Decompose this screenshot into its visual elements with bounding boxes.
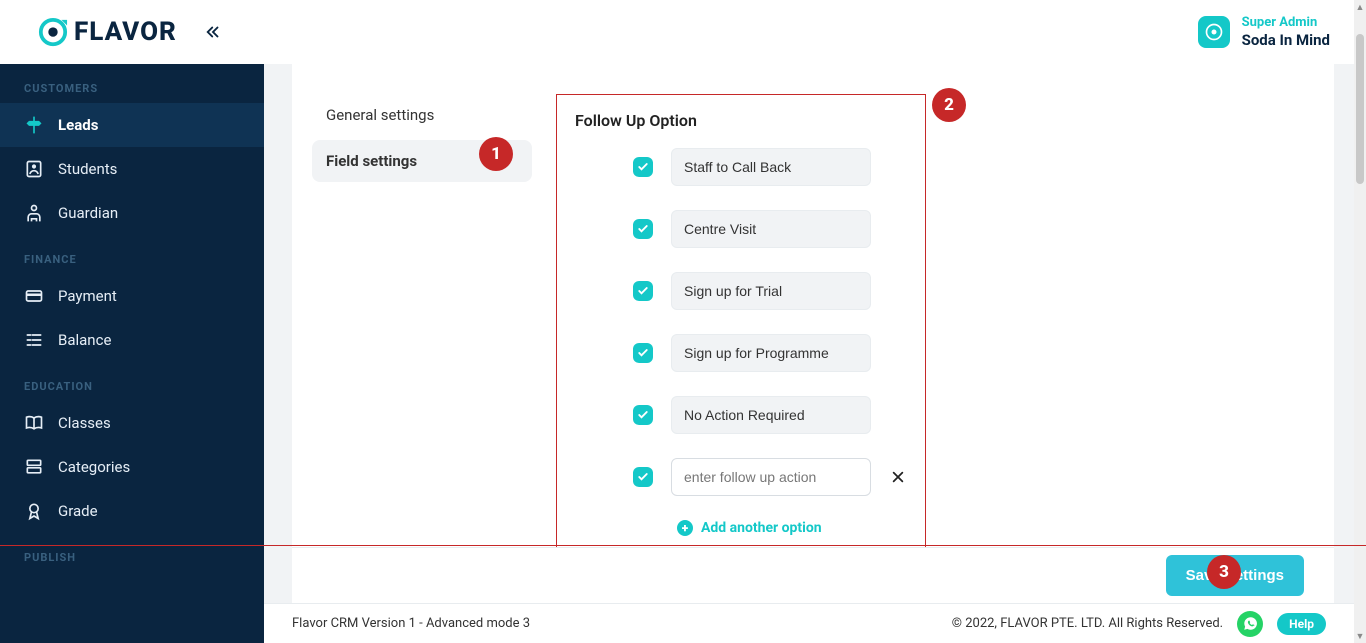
sidebar-item-balance[interactable]: Balance: [0, 318, 264, 362]
tab-general-settings[interactable]: General settings: [312, 94, 532, 136]
sidebar-collapse-button[interactable]: [201, 20, 225, 44]
help-button[interactable]: Help: [1277, 613, 1326, 635]
stack-icon: [24, 457, 44, 477]
page-scrollbar[interactable]: ▲ ▼: [1354, 0, 1366, 643]
add-another-option-button[interactable]: + Add another option: [575, 520, 907, 536]
sidebar-section-publish: PUBLISH: [0, 533, 264, 572]
add-another-label: Add another option: [701, 520, 822, 536]
tab-field-settings[interactable]: Field settings: [312, 140, 532, 182]
sidebar-item-payment[interactable]: Payment: [0, 274, 264, 318]
checkbox[interactable]: [633, 157, 653, 177]
save-settings-button[interactable]: Save Settings: [1166, 555, 1304, 596]
follow-up-option-input[interactable]: [671, 272, 871, 310]
sidebar-item-grade[interactable]: Grade: [0, 489, 264, 533]
settings-panel: General settings Field settings Follow U…: [292, 64, 1334, 555]
follow-up-new-option-row: [575, 458, 907, 496]
sidebar-item-label: Leads: [58, 116, 98, 134]
footer: Flavor CRM Version 1 - Advanced mode 3 ©…: [264, 603, 1354, 643]
sidebar-item-guardian[interactable]: Guardian: [0, 191, 264, 235]
sidebar-item-students[interactable]: Students: [0, 147, 264, 191]
brand-name: FLAVOR: [74, 17, 177, 47]
brand-logo-icon: [38, 17, 68, 47]
sidebar-section-education: EDUCATION: [0, 362, 264, 401]
follow-up-option-input[interactable]: [671, 334, 871, 372]
sidebar-item-label: Grade: [58, 502, 98, 520]
topbar: FLAVOR Super Admin Soda In Mind: [0, 0, 1354, 64]
follow-up-new-option-input[interactable]: [671, 458, 871, 496]
sidebar-item-label: Classes: [58, 414, 111, 432]
checkbox[interactable]: [633, 281, 653, 301]
settings-content: Follow Up Option: [532, 94, 1334, 555]
plus-circle-icon: +: [677, 520, 693, 536]
remove-option-button[interactable]: [889, 467, 907, 487]
follow-up-option-row: [575, 334, 907, 372]
follow-up-option-box: Follow Up Option: [556, 94, 926, 549]
book-icon: [24, 413, 44, 433]
medal-icon: [24, 501, 44, 521]
checkbox[interactable]: [633, 405, 653, 425]
checkbox[interactable]: [633, 219, 653, 239]
footer-version: Flavor CRM Version 1 - Advanced mode 3: [292, 616, 530, 631]
sidebar-section-customers: CUSTOMERS: [0, 64, 264, 103]
scroll-down-icon[interactable]: ▼: [1354, 629, 1366, 643]
card-icon: [24, 286, 44, 306]
checkbox[interactable]: [633, 467, 653, 487]
follow-up-option-input[interactable]: [671, 210, 871, 248]
avatar-icon: [1198, 16, 1230, 48]
sidebar: CUSTOMERS Leads Students Guardian FINANC…: [0, 64, 264, 643]
list-icon: [24, 330, 44, 350]
brand[interactable]: FLAVOR: [38, 17, 225, 47]
scroll-thumb[interactable]: [1356, 34, 1364, 184]
sidebar-item-label: Balance: [58, 331, 111, 349]
user-role: Super Admin: [1242, 15, 1330, 31]
guardian-icon: [24, 203, 44, 223]
sidebar-item-label: Students: [58, 160, 117, 178]
main: General settings Field settings Follow U…: [264, 64, 1354, 603]
sidebar-item-label: Guardian: [58, 204, 118, 222]
whatsapp-icon[interactable]: [1237, 611, 1263, 637]
follow-up-option-row: [575, 272, 907, 310]
user-org: Soda In Mind: [1242, 31, 1330, 49]
sidebar-item-label: Payment: [58, 287, 117, 305]
settings-subnav: General settings Field settings: [292, 94, 532, 555]
follow-up-option-input[interactable]: [671, 396, 871, 434]
sidebar-item-categories[interactable]: Categories: [0, 445, 264, 489]
follow-up-option-row: [575, 396, 907, 434]
save-bar: Save Settings: [292, 547, 1334, 603]
sidebar-item-label: Categories: [58, 458, 130, 476]
sidebar-item-classes[interactable]: Classes: [0, 401, 264, 445]
follow-up-option-row: [575, 210, 907, 248]
sidebar-item-leads[interactable]: Leads: [0, 103, 264, 147]
sidebar-section-finance: FINANCE: [0, 235, 264, 274]
scroll-up-icon[interactable]: ▲: [1354, 0, 1366, 14]
follow-up-title: Follow Up Option: [575, 111, 907, 130]
signpost-icon: [24, 115, 44, 135]
follow-up-option-input[interactable]: [671, 148, 871, 186]
person-icon: [24, 159, 44, 179]
footer-copyright: © 2022, FLAVOR PTE. LTD. All Rights Rese…: [952, 616, 1223, 631]
checkbox[interactable]: [633, 343, 653, 363]
follow-up-option-row: [575, 148, 907, 186]
user-block[interactable]: Super Admin Soda In Mind: [1198, 15, 1330, 49]
